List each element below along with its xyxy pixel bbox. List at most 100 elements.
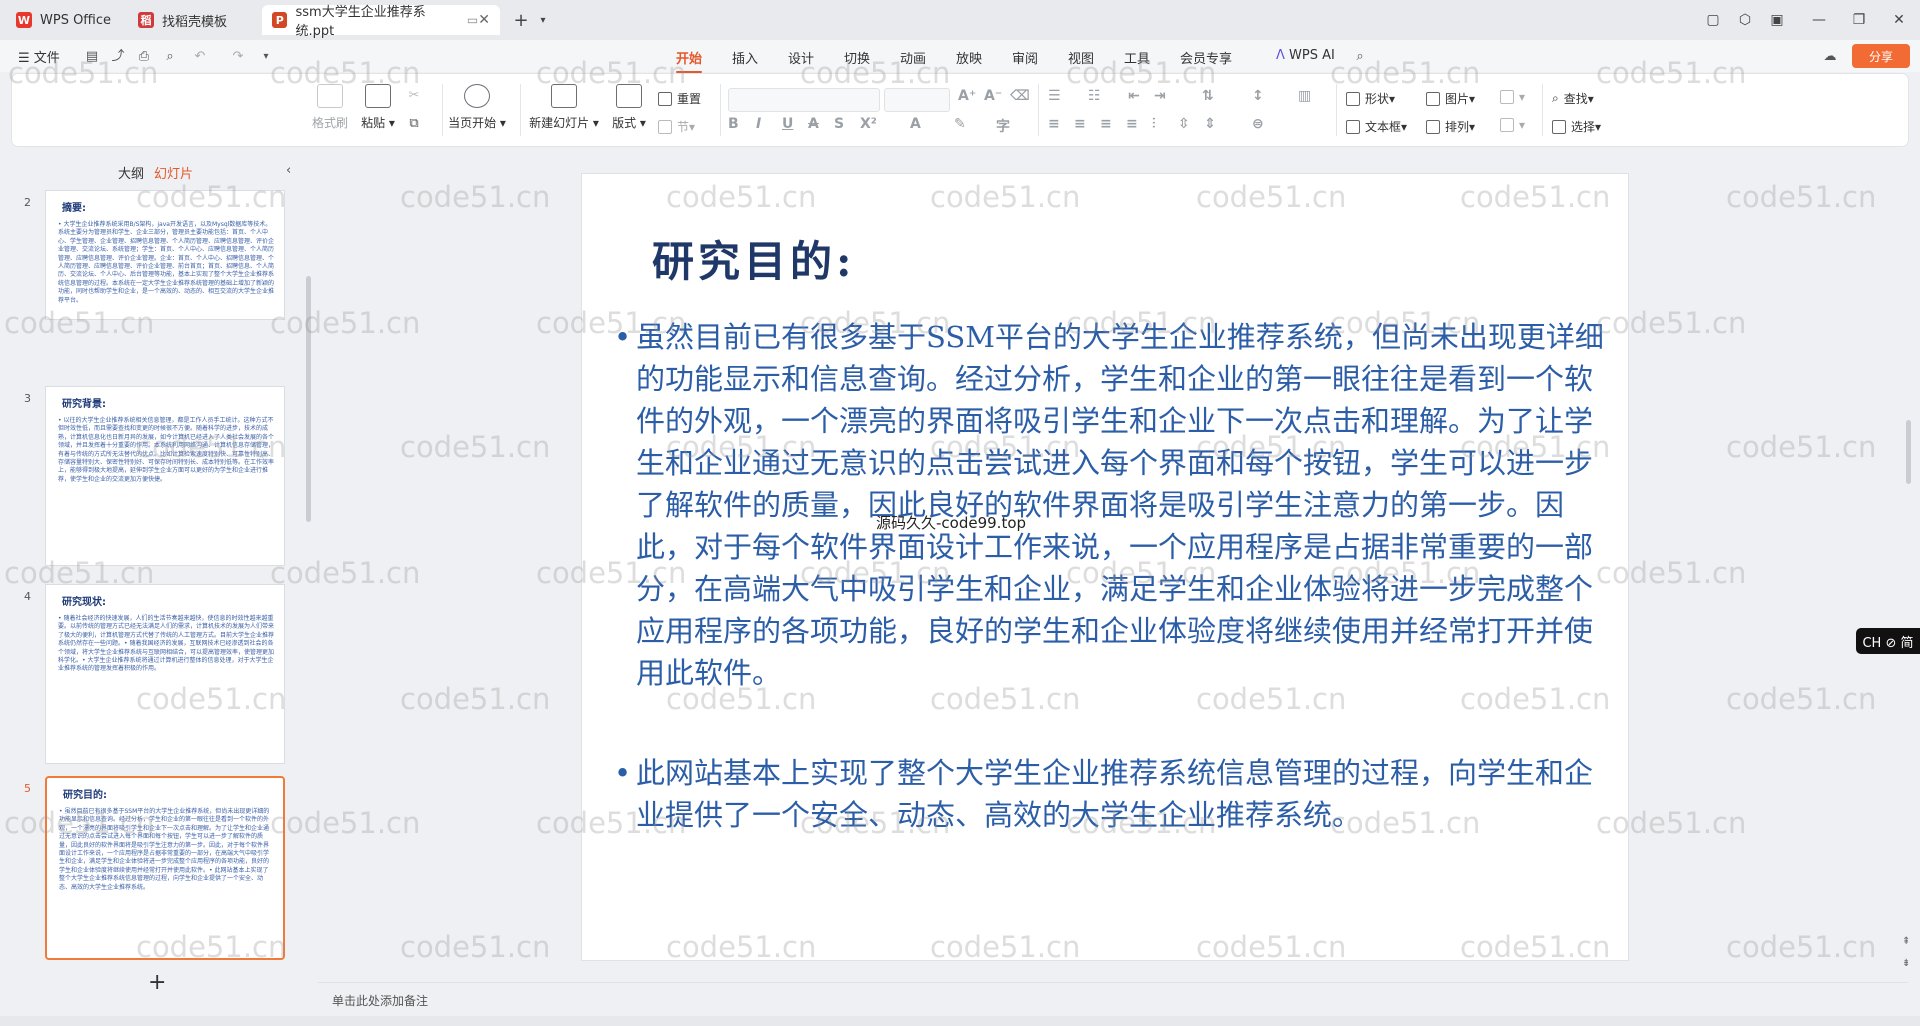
smart-art-icon[interactable]: ⊜ (1252, 116, 1264, 132)
align-right-icon[interactable]: ≡ (1100, 116, 1112, 132)
copy-icon[interactable]: ⧉ (406, 116, 422, 132)
tab-insert[interactable]: 插入 (732, 48, 758, 67)
bold-icon[interactable]: B (728, 116, 739, 132)
picture-button[interactable]: 图片 ▾ (1426, 90, 1475, 107)
add-slide-plus-icon[interactable]: + (148, 970, 166, 995)
minimize-icon[interactable]: — (1806, 8, 1832, 32)
tab-home[interactable]: 开始 (676, 48, 703, 73)
line-spacing-icon[interactable]: ↕ (1252, 88, 1264, 104)
tab-tools[interactable]: 工具 (1124, 48, 1150, 67)
shadow-icon[interactable]: S (834, 116, 844, 132)
vertical-align-icon[interactable]: ⇳ (1178, 116, 1190, 132)
font-color-icon[interactable]: A (910, 116, 921, 132)
slide-canvas[interactable]: 研究目的: 虽然目前已有很多基于SSM平台的大学生企业推荐系统，但尚未出现更详细… (582, 174, 1628, 960)
redo-icon[interactable]: ↷ (230, 49, 246, 65)
fill-color-button[interactable]: ▾ (1500, 90, 1525, 104)
thumbnail-scrollbar[interactable] (306, 276, 311, 522)
cube-icon[interactable]: ⬡ (1732, 8, 1758, 32)
avatar[interactable]: ▣ (1764, 8, 1790, 32)
play-from-current-button[interactable]: 当页开始 ▾ (442, 84, 512, 131)
slide-bullet-2[interactable]: 此网站基本上实现了整个大学生企业推荐系统信息管理的过程，向学生和企业提供了一个安… (614, 752, 1614, 836)
divider (520, 84, 521, 136)
font-family-select[interactable] (728, 88, 880, 112)
layout-icon[interactable]: ▢ (1700, 8, 1726, 32)
tab-review[interactable]: 审阅 (1012, 48, 1038, 67)
align-center-icon[interactable]: ≡ (1074, 116, 1086, 132)
reset-button[interactable]: 重置 (658, 90, 701, 107)
file-menu[interactable]: ☰ 文件 (18, 47, 60, 66)
shrink-font-icon[interactable]: A⁻ (984, 88, 1002, 104)
prev-slide-icon[interactable]: ⇞ (1902, 936, 1910, 947)
outline-color-button[interactable]: ▾ (1500, 118, 1525, 132)
tab-animation[interactable]: 动画 (900, 48, 926, 67)
font-size-select[interactable] (884, 88, 950, 112)
new-slide-button[interactable]: 新建幻灯片 ▾ (526, 84, 602, 131)
print-preview-icon[interactable]: ⌕ (162, 49, 178, 65)
undo-icon[interactable]: ↶ (192, 49, 208, 65)
distribute-icon[interactable]: ⫶ (1152, 116, 1156, 132)
quick-access-chevron-icon[interactable]: ▾ (258, 49, 274, 65)
section-button[interactable]: 节 ▾ (658, 118, 695, 135)
find-button[interactable]: ⌕ 查找 ▾ (1552, 90, 1594, 107)
italic-icon[interactable]: I (756, 116, 761, 132)
decrease-indent-icon[interactable]: ⇤ (1128, 88, 1140, 104)
paste-button[interactable]: 粘贴 ▾ (356, 84, 400, 131)
tab-design[interactable]: 设计 (788, 48, 814, 67)
cloud-sync-icon[interactable]: ☁ (1822, 49, 1838, 65)
tab-docer[interactable]: 稻 找稻壳模板 (128, 5, 256, 35)
paragraph-spacing-icon[interactable]: ⇕ (1204, 116, 1216, 132)
close-window-icon[interactable]: ✕ (1886, 8, 1912, 32)
search-icon[interactable]: ⌕ (1352, 49, 1368, 65)
superscript-icon[interactable]: X² (860, 116, 877, 132)
ime-indicator[interactable]: CH ⊘ 简 (1856, 628, 1920, 654)
numbered-list-icon[interactable]: ☷ (1088, 88, 1101, 104)
increase-indent-icon[interactable]: ⇥ (1154, 88, 1166, 104)
grow-font-icon[interactable]: A⁺ (958, 88, 976, 104)
tab-member[interactable]: 会员专享 (1180, 48, 1232, 67)
text-direction-icon[interactable]: ⇅ (1202, 88, 1214, 104)
tab-slideshow[interactable]: 放映 (956, 48, 982, 67)
tab-wps-office[interactable]: W WPS Office (6, 5, 122, 35)
highlight-icon[interactable]: ✎ (954, 116, 966, 132)
cut-icon[interactable]: ✂ (406, 88, 422, 104)
share-button[interactable]: 分享 (1852, 44, 1910, 68)
restore-icon[interactable]: ❐ (1846, 8, 1872, 32)
tab-slides[interactable]: 幻灯片 (154, 163, 193, 182)
slide-bullet-1[interactable]: 虽然目前已有很多基于SSM平台的大学生企业推荐系统，但尚未出现更详细的功能显示和… (614, 316, 1614, 694)
strikethrough-icon[interactable]: A (808, 116, 819, 132)
arrange-button[interactable]: 排列 ▾ (1426, 118, 1475, 135)
tab-outline[interactable]: 大纲 (118, 163, 144, 182)
tab-ppt-document[interactable]: P ssm大学生企业推荐系统.ppt ▭ ✕ (262, 5, 500, 39)
align-left-icon[interactable]: ≡ (1048, 116, 1060, 132)
monitor-icon[interactable]: ▭ (467, 13, 478, 27)
export-icon[interactable]: ⤴ (110, 49, 126, 65)
clear-format-icon[interactable]: ⌫ (1010, 88, 1030, 104)
tab-transition[interactable]: 切换 (844, 48, 870, 67)
select-button[interactable]: 选择 ▾ (1552, 118, 1601, 135)
justify-icon[interactable]: ≡ (1126, 116, 1138, 132)
save-icon[interactable]: ▤ (84, 49, 100, 65)
slide-thumbnail-3[interactable]: 研究背景: • 以往的大学生企业推荐系统相关信息管理，都是工作人员手工统计。这种… (45, 386, 285, 566)
wps-ai-button[interactable]: Ʌ WPS AI (1276, 48, 1335, 63)
slide-scrollbar[interactable] (1906, 420, 1911, 484)
slide-thumbnail-5[interactable]: 研究目的: • 虽然目前已有很多基于SSM平台的大学生企业推荐系统，但尚未出现更… (45, 776, 285, 960)
bullet-list-icon[interactable]: ☰ (1048, 88, 1061, 104)
slide-thumbnail-4[interactable]: 研究现状: • 随着社会经济的快速发展，人们的生活节奏越来越快，使信息的时效性越… (45, 584, 285, 764)
tab-view[interactable]: 视图 (1068, 48, 1094, 67)
collapse-pane-icon[interactable]: ‹ (286, 163, 291, 178)
slide-title[interactable]: 研究目的: (652, 228, 856, 289)
tab-list-chevron-icon[interactable]: ▾ (530, 8, 556, 32)
format-painter-button[interactable]: 格式刷 (308, 84, 352, 131)
shape-button[interactable]: 形状 ▾ (1346, 90, 1395, 107)
next-slide-icon[interactable]: ⇟ (1902, 958, 1910, 969)
layout-button[interactable]: 版式 ▾ (608, 84, 650, 131)
columns-icon[interactable]: ▥ (1298, 88, 1311, 104)
notes-pane[interactable]: 单击此处添加备注 (318, 982, 1908, 1017)
select-label: 选择 (1571, 120, 1596, 134)
char-spacing-icon[interactable]: 字 (996, 116, 1010, 136)
close-tab-icon[interactable]: ✕ (478, 12, 490, 28)
textbox-button[interactable]: 文本框 ▾ (1346, 118, 1407, 135)
print-icon[interactable]: ⎙ (136, 49, 152, 65)
underline-icon[interactable]: U (782, 116, 793, 132)
slide-thumbnail-2[interactable]: 摘要: • 大学生企业推荐系统采用B/S架构，java开发语言，以及Mysql数… (45, 190, 285, 320)
